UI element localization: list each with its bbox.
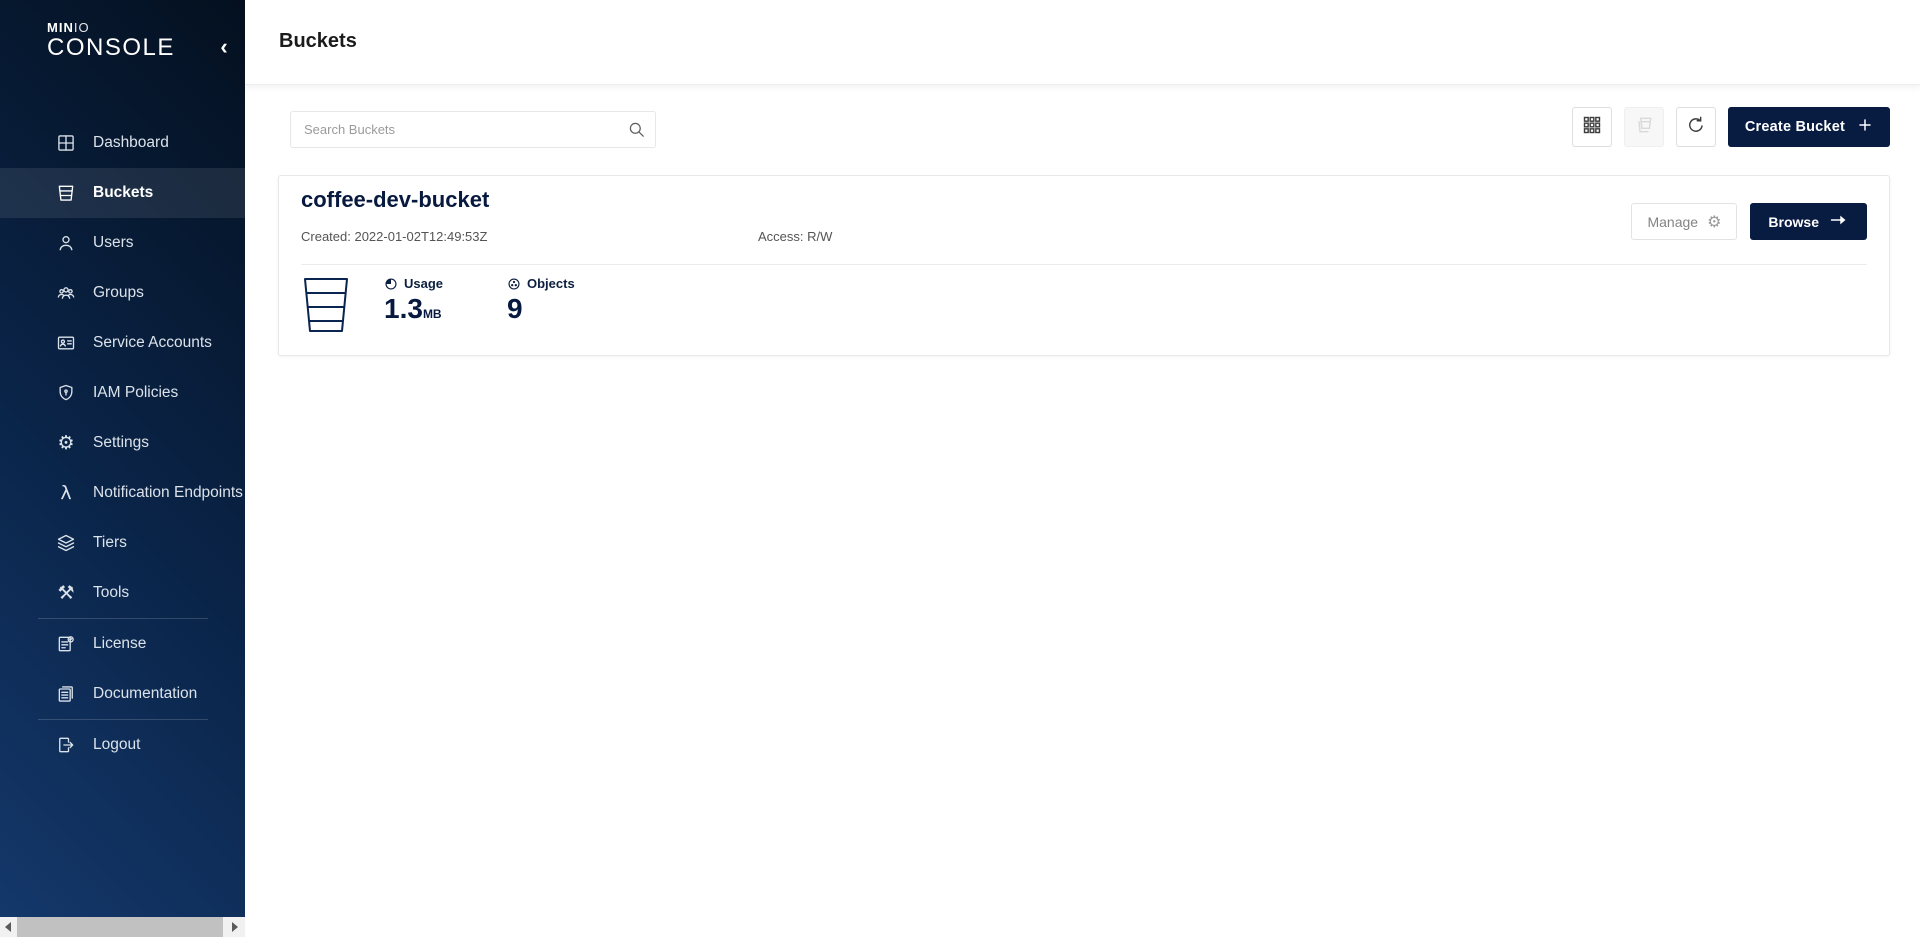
bucket-access: Access: R/W bbox=[758, 229, 832, 244]
refresh-icon bbox=[1686, 115, 1706, 140]
sidebar-item-label: Documentation bbox=[93, 685, 197, 703]
arrow-right-icon bbox=[1830, 213, 1849, 230]
usage-label-row: Usage bbox=[384, 276, 474, 291]
objects-icon bbox=[507, 277, 521, 291]
sidebar-item-service-accounts[interactable]: Service Accounts bbox=[0, 318, 245, 368]
page-title: Buckets bbox=[279, 30, 357, 53]
plus-icon bbox=[1857, 117, 1873, 137]
sidebar-item-dashboard[interactable]: Dashboard bbox=[0, 118, 245, 168]
minio-logo: MINIO CONSOLE bbox=[47, 21, 175, 61]
service-accounts-icon bbox=[55, 332, 77, 354]
create-bucket-button[interactable]: Create Bucket bbox=[1728, 107, 1890, 147]
logout-icon bbox=[55, 734, 77, 756]
license-icon bbox=[55, 633, 77, 655]
page-header: Buckets bbox=[245, 0, 1920, 85]
objects-label-row: Objects bbox=[507, 276, 597, 291]
gear-icon: ⚙ bbox=[55, 432, 77, 454]
sidebar-item-label: Tools bbox=[93, 584, 129, 602]
horizontal-scrollbar[interactable] bbox=[0, 917, 245, 937]
search-input[interactable] bbox=[290, 111, 656, 148]
bucket-metrics: Usage 1.3MB Objects 9 bbox=[301, 276, 597, 339]
documentation-icon bbox=[55, 683, 77, 705]
sidebar-item-label: Dashboard bbox=[93, 134, 169, 152]
objects-value: 9 bbox=[507, 294, 597, 324]
usage-metric: Usage 1.3MB bbox=[384, 276, 474, 329]
bucket-icon bbox=[301, 276, 351, 339]
search-box bbox=[290, 111, 656, 148]
scroll-left-arrow[interactable] bbox=[0, 917, 16, 937]
sidebar-item-logout[interactable]: Logout bbox=[0, 720, 245, 770]
scrollbar-thumb[interactable] bbox=[17, 917, 223, 937]
user-icon bbox=[55, 232, 77, 254]
dashboard-icon bbox=[55, 132, 77, 154]
objects-metric: Objects 9 bbox=[507, 276, 597, 324]
sidebar-item-label: Logout bbox=[93, 736, 140, 754]
sidebar: MINIO CONSOLE ‹ Dashboard Buckets Users bbox=[0, 0, 245, 917]
browse-button[interactable]: Browse bbox=[1750, 203, 1867, 240]
usage-label: Usage bbox=[404, 276, 443, 291]
scroll-right-arrow[interactable] bbox=[227, 917, 243, 937]
bucket-card: coffee-dev-bucket Created: 2022-01-02T12… bbox=[278, 175, 1890, 356]
card-divider bbox=[301, 264, 1867, 265]
usage-value: 1.3MB bbox=[384, 294, 474, 329]
sidebar-item-label: Tiers bbox=[93, 534, 127, 552]
manage-button[interactable]: Manage ⚙ bbox=[1631, 203, 1737, 240]
search-icon bbox=[627, 120, 646, 139]
sidebar-collapse-icon[interactable]: ‹ bbox=[212, 36, 236, 60]
usage-unit: MB bbox=[423, 307, 442, 321]
gear-icon: ⚙ bbox=[1707, 212, 1721, 231]
sidebar-item-users[interactable]: Users bbox=[0, 218, 245, 268]
delete-buckets-button[interactable] bbox=[1624, 107, 1664, 147]
bucket-actions: Manage ⚙ Browse bbox=[1631, 203, 1867, 240]
sidebar-item-label: Buckets bbox=[93, 184, 153, 202]
sidebar-item-settings[interactable]: ⚙ Settings bbox=[0, 418, 245, 468]
sidebar-item-tiers[interactable]: Tiers bbox=[0, 518, 245, 568]
lambda-icon: λ bbox=[55, 482, 77, 504]
objects-label: Objects bbox=[527, 276, 575, 291]
toolbar-controls: Create Bucket bbox=[1572, 107, 1890, 147]
logo-console-text: CONSOLE bbox=[47, 34, 175, 61]
tools-icon: ⚒ bbox=[55, 582, 77, 604]
sidebar-item-label: Groups bbox=[93, 284, 144, 302]
sidebar-item-license[interactable]: License bbox=[0, 619, 245, 669]
main-content: Create Bucket coffee-dev-bucket Created:… bbox=[245, 85, 1920, 937]
layers-icon bbox=[55, 532, 77, 554]
delete-buckets-icon bbox=[1634, 115, 1654, 140]
sidebar-item-label: Settings bbox=[93, 434, 149, 452]
browse-label: Browse bbox=[1768, 214, 1819, 230]
sidebar-item-label: Service Accounts bbox=[93, 334, 212, 352]
create-bucket-label: Create Bucket bbox=[1745, 119, 1845, 135]
bucket-name-link[interactable]: coffee-dev-bucket bbox=[301, 187, 489, 213]
sidebar-item-iam-policies[interactable]: IAM Policies bbox=[0, 368, 245, 418]
logo-minio-text: MINIO bbox=[47, 21, 175, 34]
bucket-created: Created: 2022-01-02T12:49:53Z bbox=[301, 229, 487, 244]
grid-view-icon bbox=[1582, 115, 1602, 140]
manage-label: Manage bbox=[1647, 214, 1698, 230]
refresh-button[interactable] bbox=[1676, 107, 1716, 147]
sidebar-item-label: Users bbox=[93, 234, 133, 252]
sidebar-menu: Dashboard Buckets Users Groups Service A bbox=[0, 118, 245, 770]
sidebar-item-label: IAM Policies bbox=[93, 384, 178, 402]
groups-icon bbox=[55, 282, 77, 304]
sidebar-item-groups[interactable]: Groups bbox=[0, 268, 245, 318]
sidebar-item-notification-endpoints[interactable]: λ Notification Endpoints bbox=[0, 468, 245, 518]
sidebar-item-buckets[interactable]: Buckets bbox=[0, 168, 245, 218]
sidebar-item-tools[interactable]: ⚒ Tools bbox=[0, 568, 245, 618]
grid-view-button[interactable] bbox=[1572, 107, 1612, 147]
usage-pie-icon bbox=[384, 277, 398, 291]
sidebar-item-label: License bbox=[93, 635, 146, 653]
sidebar-item-label: Notification Endpoints bbox=[93, 484, 243, 502]
sidebar-item-documentation[interactable]: Documentation bbox=[0, 669, 245, 719]
shield-icon bbox=[55, 382, 77, 404]
bucket-icon bbox=[55, 182, 77, 204]
